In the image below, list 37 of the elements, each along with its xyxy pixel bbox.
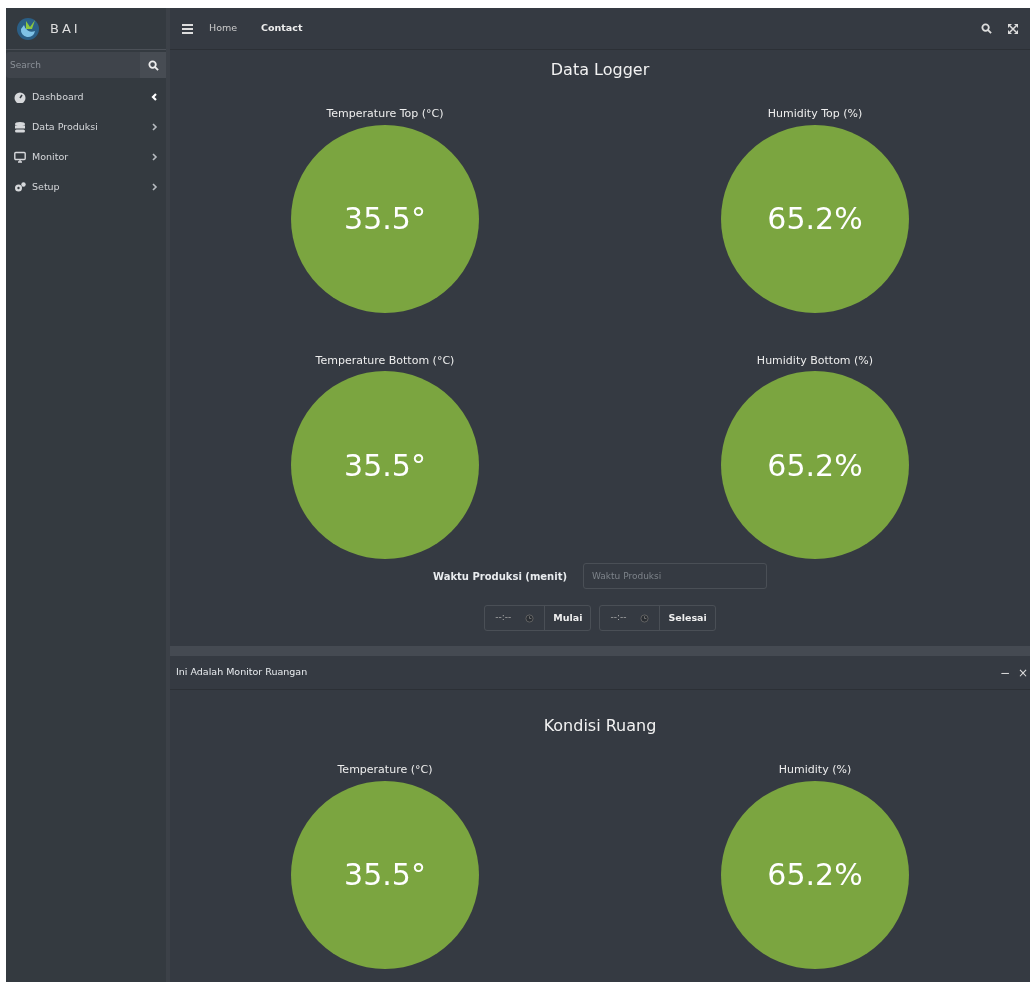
nav-link[interactable]: Contact: [261, 21, 303, 36]
gauge-title: Humidity Bottom (%): [755, 352, 875, 369]
sidebar-item[interactable]: Dashboard: [6, 82, 166, 112]
logo-icon: [16, 16, 40, 41]
gauge-circle: 35.5°: [291, 124, 479, 313]
monitor-icon: [14, 151, 26, 163]
nav-link[interactable]: Home: [209, 21, 238, 36]
gauge-circle: 65.2%: [721, 780, 909, 969]
gauge-circle: 35.5°: [291, 780, 479, 969]
gauge-title: Temperature Bottom (°C): [314, 352, 456, 369]
sidebar-item[interactable]: Monitor: [6, 142, 166, 172]
search-button[interactable]: [140, 52, 166, 78]
sidebar-item[interactable]: Setup: [6, 172, 166, 202]
gauge-icon: [14, 91, 26, 103]
section-title: Data Logger: [549, 59, 651, 81]
gauge-title: Temperature Top (°C): [325, 106, 445, 122]
menu-icon[interactable]: [182, 23, 193, 34]
database-icon: [14, 121, 26, 133]
gears-icon: [14, 181, 26, 193]
gauge-title: Humidity (%): [777, 762, 853, 778]
card-title: Ini Adalah Monitor Ruangan: [176, 665, 309, 680]
search-icon: [147, 59, 159, 71]
gauge-circle: 65.2%: [721, 124, 909, 313]
gauge-circle: 35.5°: [291, 371, 479, 559]
gauge-title: Temperature (°C): [336, 762, 434, 778]
close-button[interactable]: ×: [1013, 666, 1030, 679]
search-icon[interactable]: [981, 23, 992, 34]
gauge-circle: 65.2%: [721, 371, 909, 559]
section-title: Kondisi Ruang: [542, 715, 658, 737]
brand-name: BAI: [50, 19, 81, 38]
field-label: Waktu Produksi (menit): [432, 569, 567, 584]
minimize-button[interactable]: −: [995, 666, 1014, 679]
search-field[interactable]: Search: [6, 52, 140, 78]
fullscreen-icon[interactable]: [1008, 23, 1018, 34]
input-field[interactable]: Waktu Produksi: [583, 563, 767, 589]
gauge-title: Humidity Top (%): [766, 106, 864, 122]
sidebar-item[interactable]: Data Produksi: [6, 112, 166, 142]
